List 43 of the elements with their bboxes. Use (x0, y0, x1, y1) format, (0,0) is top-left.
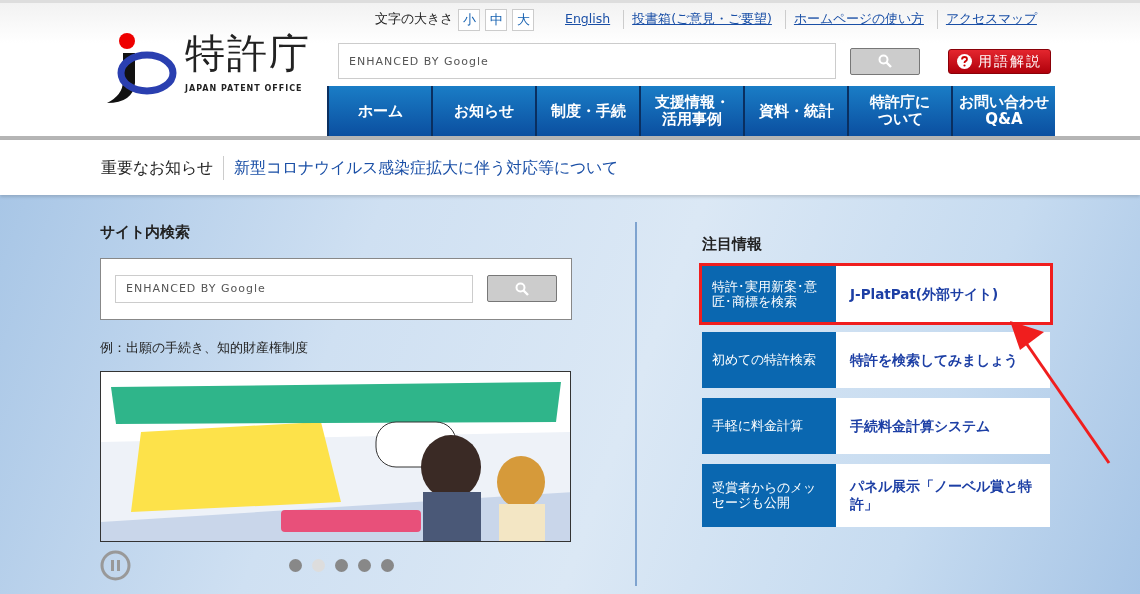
search-button[interactable] (487, 275, 557, 302)
search-icon (515, 281, 530, 296)
nav-tab[interactable]: 特許庁に ついて (847, 86, 951, 136)
section-heading: 注目情報 (702, 234, 763, 255)
font-size-label: 文字の大きさ (375, 10, 453, 29)
search-button[interactable] (850, 47, 920, 75)
question-icon (957, 53, 972, 69)
font-size-button[interactable]: 大 (512, 8, 534, 31)
glossary-button[interactable]: 用語解説 (948, 48, 1051, 74)
carousel-dot[interactable] (381, 559, 394, 572)
carousel-dot[interactable] (335, 559, 348, 572)
logo-subtitle: JAPAN PATENT OFFICE (185, 83, 304, 95)
item-label: 手軽に料金計算 (702, 397, 836, 454)
nav-tab[interactable]: 制度・手続 (535, 86, 639, 136)
nav-tab[interactable]: 資料・統計 (743, 86, 847, 136)
nav-tab[interactable]: お知らせ (431, 86, 535, 136)
nav-tab[interactable]: ホーム (327, 86, 431, 136)
header-link[interactable]: アクセスマップ (936, 10, 1045, 30)
section-heading: サイト内検索 (100, 222, 191, 243)
carousel-dot[interactable] (289, 559, 302, 572)
header-link[interactable]: English (557, 10, 619, 30)
header-link[interactable]: ホームページの使い方 (784, 10, 932, 30)
item-link[interactable]: 手続料金計算システム (836, 397, 1050, 454)
header-link[interactable]: 投書箱(ご意見・ご要望) (623, 10, 780, 30)
notice-label: 重要なお知らせ (101, 155, 224, 180)
notice-link[interactable]: 新型コロナウイルス感染症拡大に伴う対応等について (234, 155, 618, 180)
carousel-dot[interactable] (358, 559, 371, 572)
search-field[interactable]: ENHANCED BY Google (338, 43, 836, 80)
item-label: 特許･実用新案･意匠･商標を検索 (702, 265, 836, 322)
item-link[interactable]: 特許を検索してみましょう (836, 331, 1050, 388)
item-link[interactable]: パネル展示「ノーベル賞と特許」 (836, 463, 1050, 527)
nav-tab[interactable]: 支援情報・ 活用事例 (639, 86, 743, 136)
font-size-button[interactable]: 中 (485, 8, 507, 31)
nav-tab[interactable]: お問い合わせ Q&A (951, 86, 1055, 136)
pause-button[interactable] (100, 550, 131, 581)
example-text: 例：出願の手続き、知的財産権制度 (100, 338, 309, 357)
font-size-button[interactable]: 小 (458, 8, 480, 31)
item-link[interactable]: J-PlatPat(外部サイト) (836, 265, 1050, 322)
search-field[interactable]: ENHANCED BY Google (115, 274, 474, 303)
search-icon (878, 54, 892, 69)
logo-text: 特許庁 (185, 31, 311, 75)
item-label: 初めての特許検索 (702, 331, 836, 388)
item-label: 受賞者からのメッセージも公開 (702, 463, 836, 527)
